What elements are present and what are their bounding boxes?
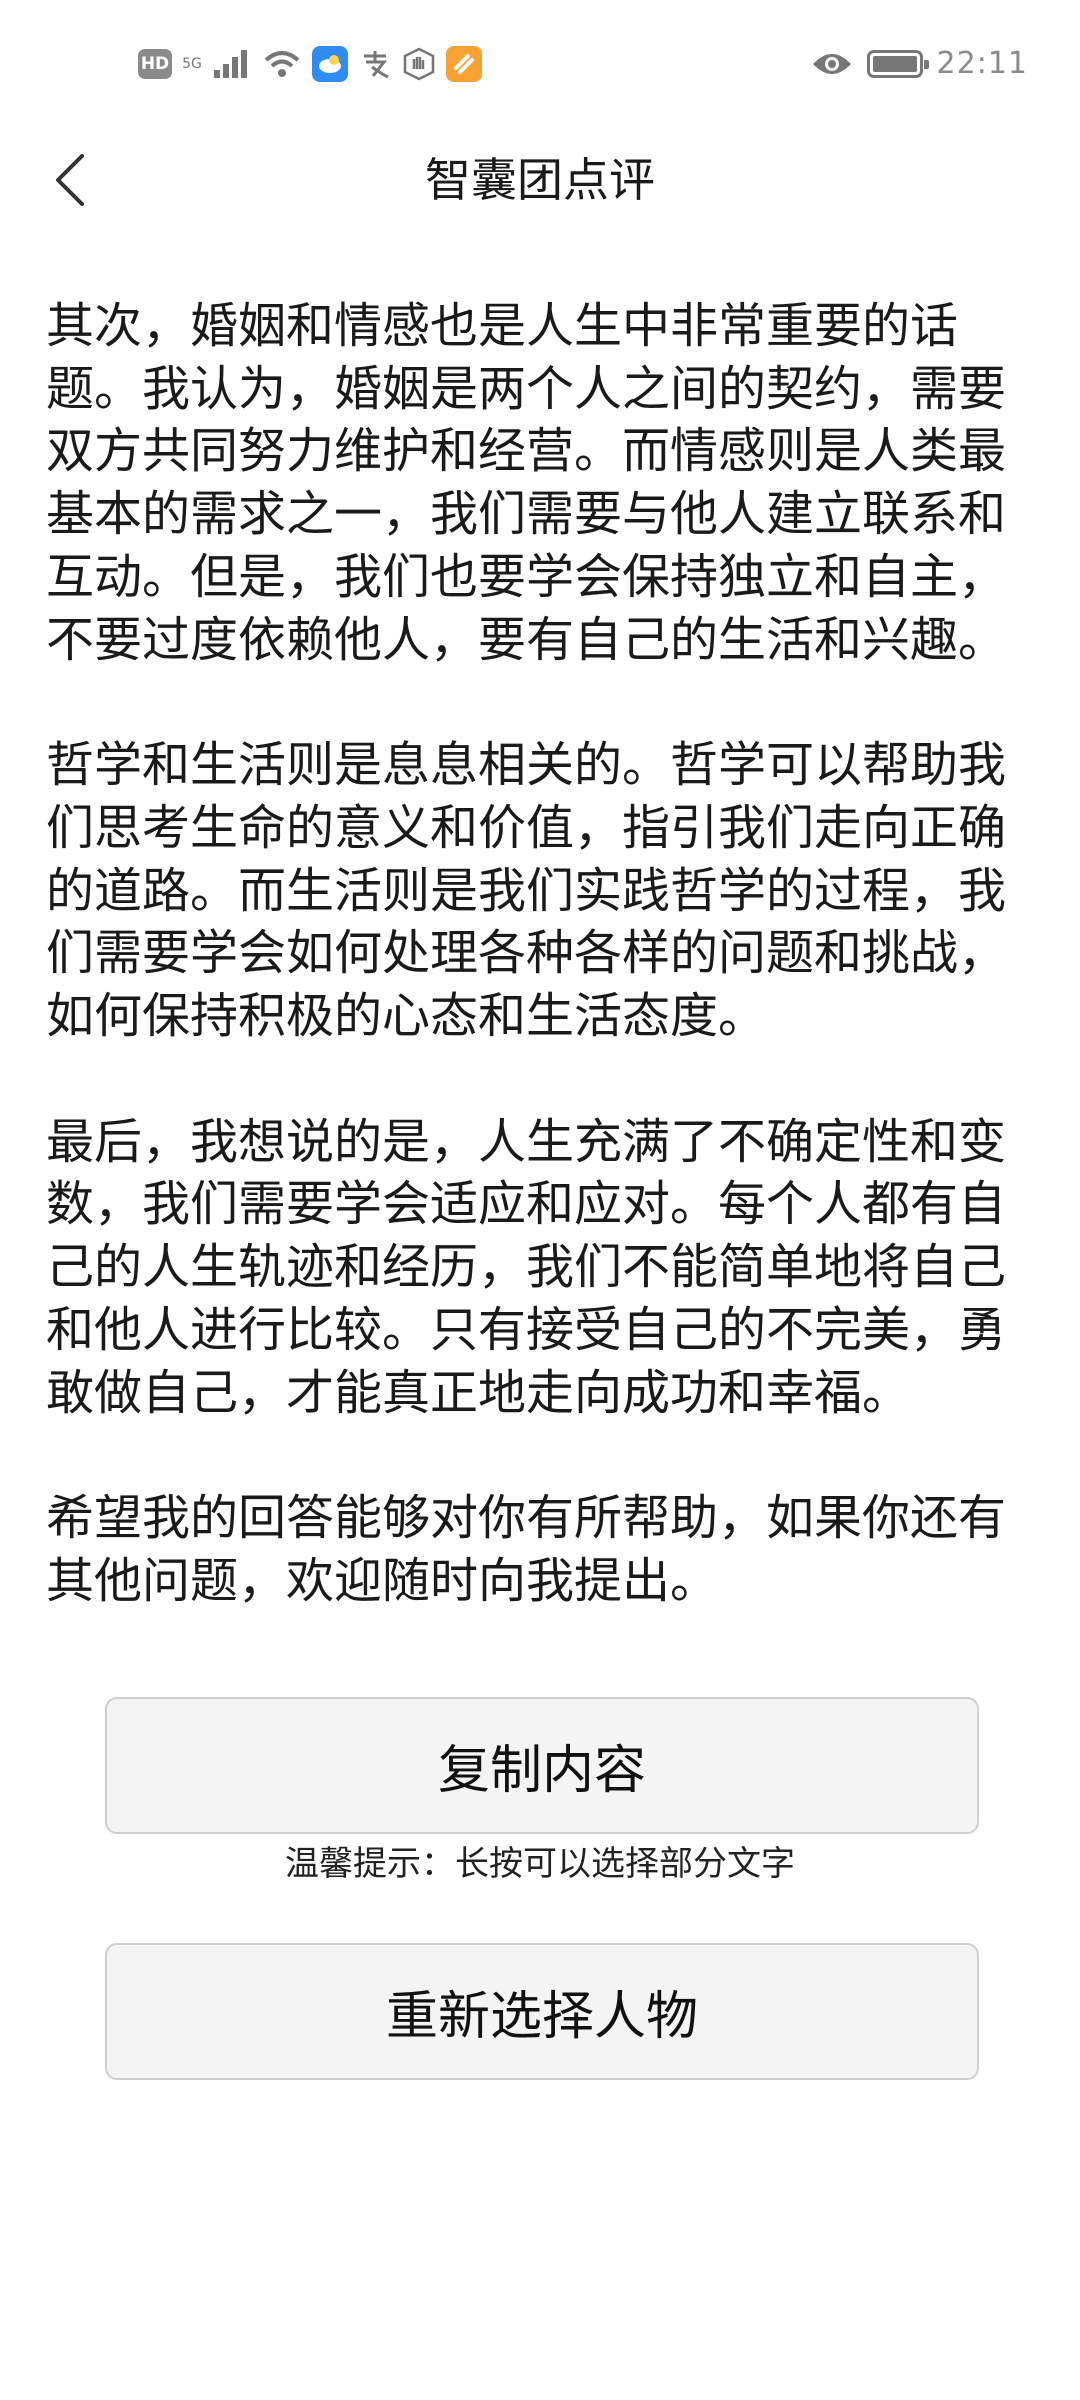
weather-app-icon [312, 46, 348, 82]
hd-badge: HD [138, 49, 172, 79]
paragraph: 希望我的回答能够对你有所帮助，如果你还有其他问题，欢迎随时向我提出。 [46, 1490, 1007, 1609]
app-orange-icon [446, 46, 482, 82]
paragraph: 其次，婚姻和情感也是人生中非常重要的话题。我认为，婚姻是两个人之间的契约，需要双… [46, 298, 1007, 668]
status-bar-left: HD 5G [138, 46, 482, 82]
signal-icon [214, 50, 247, 78]
clock: 22:11 [936, 46, 1028, 81]
alipay-icon [364, 51, 389, 79]
hint-text: 温馨提示：长按可以选择部分文字 [285, 1844, 795, 1884]
status-bar-right: 22:11 [811, 46, 1028, 81]
wifi-icon [264, 51, 300, 77]
app-header: 智囊团点评 [0, 130, 1080, 230]
eye-icon [812, 53, 851, 74]
hand-icon [403, 47, 435, 81]
status-bar: HD 5G 22:11 [0, 0, 1080, 130]
page-title: 智囊团点评 [425, 153, 655, 207]
battery-icon [866, 49, 929, 78]
reselect-character-button[interactable]: 重新选择人物 [105, 1943, 979, 2080]
network-type-label: 5G [182, 56, 202, 72]
review-content[interactable]: 其次，婚姻和情感也是人生中非常重要的话题。我认为，婚姻是两个人之间的契约，需要双… [46, 295, 1021, 1676]
copy-content-button[interactable]: 复制内容 [105, 1697, 979, 1834]
paragraph: 哲学和生活则是息息相关的。哲学可以帮助我们思考生命的意义和价值，指引我们走向正确… [46, 737, 1007, 1045]
paragraph: 最后，我想说的是，人生充满了不确定性和变数，我们需要学会适应和应对。每个人都有自… [46, 1113, 1007, 1421]
